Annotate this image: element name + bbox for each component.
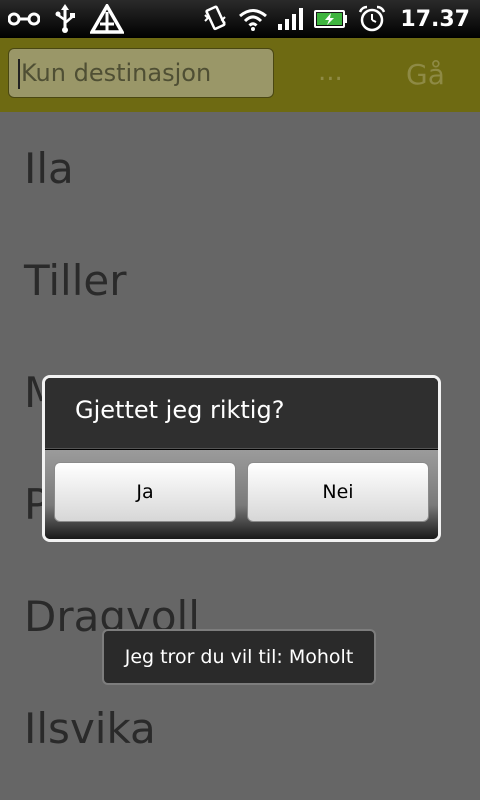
- list-item[interactable]: Tiller: [0, 224, 480, 336]
- destination-search-input[interactable]: [8, 48, 274, 98]
- wifi-icon: [238, 7, 268, 31]
- dialog-button-bar: Ja Nei: [45, 450, 438, 539]
- dialog-title: Gjettet jeg riktig?: [75, 396, 285, 424]
- signal-icon: [278, 8, 304, 30]
- clock-time: 17.37: [400, 6, 470, 32]
- usb-icon: [54, 4, 76, 34]
- go-button[interactable]: Gå: [406, 58, 445, 91]
- text-cursor: [18, 59, 20, 89]
- battery-charging-icon: [314, 9, 348, 29]
- dialog-title-bar: Gjettet jeg riktig?: [45, 378, 438, 449]
- toast-message: Jeg tror du vil til: Moholt: [102, 629, 376, 685]
- alarm-icon: [358, 5, 386, 33]
- vibrate-icon: [202, 5, 228, 33]
- toolbar: ... Gå: [0, 38, 480, 112]
- status-bar: 17.37: [0, 0, 480, 38]
- no-button[interactable]: Nei: [247, 462, 429, 522]
- confirm-dialog: Gjettet jeg riktig? Ja Nei: [42, 375, 441, 542]
- yes-button[interactable]: Ja: [54, 462, 236, 522]
- warning-icon: [90, 4, 124, 34]
- link-icon: [8, 11, 40, 27]
- list-item[interactable]: Ila: [0, 112, 480, 224]
- list-item[interactable]: Ilsvika: [0, 672, 480, 784]
